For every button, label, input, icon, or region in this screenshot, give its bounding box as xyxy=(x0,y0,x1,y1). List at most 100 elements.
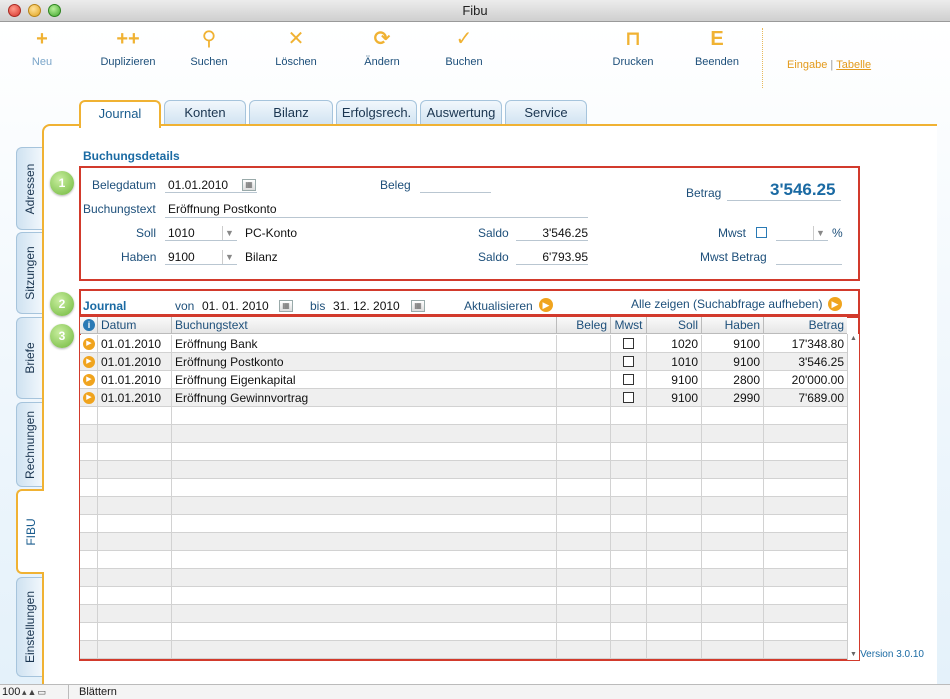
tab-bilanz[interactable]: Bilanz xyxy=(249,100,333,126)
mwst-checkbox[interactable] xyxy=(756,227,767,238)
suchen-button[interactable]: ⚲ Suchen xyxy=(164,22,254,82)
mwst-dropdown-arrow-icon[interactable]: ▼ xyxy=(813,226,827,240)
col-header-beleg[interactable]: Beleg xyxy=(557,317,611,334)
tab-service[interactable]: Service xyxy=(505,100,587,126)
belegdatum-field[interactable]: 01.01.2010 xyxy=(168,178,228,192)
belegdatum-underline xyxy=(165,192,257,193)
buchungstext-label: Buchungstext xyxy=(83,202,156,216)
col-header-soll[interactable]: Soll xyxy=(647,317,702,334)
tab-konten[interactable]: Konten xyxy=(164,100,246,126)
haben-name: Bilanz xyxy=(245,250,278,264)
scroll-down-icon[interactable]: ▼ xyxy=(848,650,859,660)
row-mwst-checkbox[interactable] xyxy=(623,338,634,349)
zoom-window-button[interactable] xyxy=(48,4,61,17)
aktualisieren-link[interactable]: Aktualisieren xyxy=(464,299,533,313)
bis-calendar-icon[interactable]: ▦ xyxy=(411,300,425,312)
row-mwst-checkbox[interactable] xyxy=(623,392,634,403)
soll-field[interactable]: 1010 xyxy=(168,226,195,240)
cell-mwst xyxy=(611,533,647,551)
sidetab-einstellungen[interactable]: Einstellungen xyxy=(16,577,42,677)
sidetab-sitzungen[interactable]: Sitzungen xyxy=(16,232,42,314)
table-row[interactable]: ▶ 01.01.2010 Eröffnung Gewinnvortrag 9100 29… xyxy=(80,389,847,407)
row-open-icon[interactable]: ▶ xyxy=(83,374,95,386)
betrag-field[interactable]: 3'546.25 xyxy=(770,180,836,200)
cell-beleg xyxy=(557,587,611,605)
cell-buchungstext: Eröffnung Bank xyxy=(172,335,557,353)
status-mode: Blättern xyxy=(68,685,127,699)
cell-beleg xyxy=(557,389,611,407)
cell-betrag xyxy=(764,587,847,605)
tab-erfolgsrech[interactable]: Erfolgsrech. xyxy=(336,100,417,126)
minimize-window-button[interactable] xyxy=(28,4,41,17)
cell-mwst xyxy=(611,605,647,623)
beenden-label: Beenden xyxy=(694,56,740,68)
haben-field[interactable]: 9100 xyxy=(168,250,195,264)
row-action-cell xyxy=(80,641,98,659)
sidetab-adressen[interactable]: Adressen xyxy=(16,147,42,230)
refresh-icon: ⟳ xyxy=(373,28,391,50)
row-open-icon[interactable]: ▶ xyxy=(83,338,95,350)
cell-beleg xyxy=(557,641,611,659)
table-row xyxy=(80,587,847,605)
cell-buchungstext xyxy=(172,641,557,659)
cell-betrag xyxy=(764,605,847,623)
mode-eingabe-link[interactable]: Eingabe xyxy=(787,59,827,71)
aktualisieren-play-icon[interactable]: ▶ xyxy=(539,298,553,312)
cell-beleg xyxy=(557,569,611,587)
row-open-icon[interactable]: ▶ xyxy=(83,356,95,368)
soll-dropdown-arrow-icon[interactable]: ▼ xyxy=(222,226,236,240)
cell-buchungstext xyxy=(172,551,557,569)
cell-betrag xyxy=(764,461,847,479)
cell-betrag xyxy=(764,641,847,659)
row-mwst-checkbox[interactable] xyxy=(623,374,634,385)
cell-haben xyxy=(702,533,764,551)
sidetab-fibu[interactable]: FIBU xyxy=(16,489,44,574)
cell-betrag: 3'546.25 xyxy=(798,355,844,369)
close-window-button[interactable] xyxy=(8,4,21,17)
calendar-icon[interactable]: ▦ xyxy=(242,179,256,191)
table-row[interactable]: ▶ 01.01.2010 Eröffnung Bank 1020 9100 17'348.… xyxy=(80,335,847,353)
cell-soll xyxy=(647,569,702,587)
cell-soll xyxy=(647,443,702,461)
table-row[interactable]: ▶ 01.01.2010 Eröffnung Postkonto 1010 9100 3'… xyxy=(80,353,847,371)
status-layout-icons[interactable]: ▴▲▭ xyxy=(22,687,47,698)
row-mwst-checkbox[interactable] xyxy=(623,356,634,367)
col-header-datum[interactable]: Datum xyxy=(98,317,172,334)
table-row xyxy=(80,623,847,641)
col-header-betrag[interactable]: Betrag xyxy=(764,317,847,334)
sidetab-briefe[interactable]: Briefe xyxy=(16,317,42,399)
drucken-button[interactable]: ⊓ Drucken xyxy=(588,22,678,82)
sidetab-rechnungen[interactable]: Rechnungen xyxy=(16,402,42,487)
von-field[interactable]: 01. 01. 2010 xyxy=(202,299,269,313)
tab-auswertung[interactable]: Auswertung xyxy=(420,100,502,126)
table-row[interactable]: ▶ 01.01.2010 Eröffnung Eigenkapital 9100 280… xyxy=(80,371,847,389)
duplizieren-button[interactable]: ++ Duplizieren xyxy=(83,22,173,82)
beenden-button[interactable]: E Beenden xyxy=(672,22,762,82)
bis-field[interactable]: 31. 12. 2010 xyxy=(333,299,400,313)
buchungstext-field[interactable]: Eröffnung Postkonto xyxy=(168,202,277,216)
col-header-mwst[interactable]: Mwst xyxy=(611,317,647,334)
scroll-up-icon[interactable]: ▲ xyxy=(848,334,859,344)
mwst-betrag-underline xyxy=(776,264,842,265)
col-header-buchungstext[interactable]: Buchungstext xyxy=(172,317,557,334)
loeschen-button[interactable]: ✕ Löschen xyxy=(251,22,341,82)
info-icon[interactable]: i xyxy=(83,319,95,331)
row-open-icon[interactable]: ▶ xyxy=(83,392,95,404)
alle-zeigen-play-icon[interactable]: ▶ xyxy=(828,297,842,311)
mode-tabelle-link[interactable]: Tabelle xyxy=(836,59,871,71)
cell-haben: 9100 xyxy=(702,353,764,371)
table-row xyxy=(80,479,847,497)
tab-journal[interactable]: Journal xyxy=(79,100,161,128)
haben-dropdown-arrow-icon[interactable]: ▼ xyxy=(222,250,236,264)
zoom-level[interactable]: 100 xyxy=(2,686,20,698)
cell-datum: 01.01.2010 xyxy=(98,335,172,353)
table-row xyxy=(80,641,847,659)
col-header-haben[interactable]: Haben xyxy=(702,317,764,334)
von-calendar-icon[interactable]: ▦ xyxy=(279,300,293,312)
aendern-button[interactable]: ⟳ Ändern xyxy=(337,22,427,82)
cell-betrag xyxy=(764,479,847,497)
buchen-button[interactable]: ✓ Buchen xyxy=(419,22,509,82)
alle-zeigen-link[interactable]: Alle zeigen (Suchabfrage aufheben) xyxy=(631,297,822,311)
table-scrollbar[interactable]: ▲ ▼ xyxy=(847,334,859,660)
neu-button[interactable]: + Neu xyxy=(0,22,87,82)
